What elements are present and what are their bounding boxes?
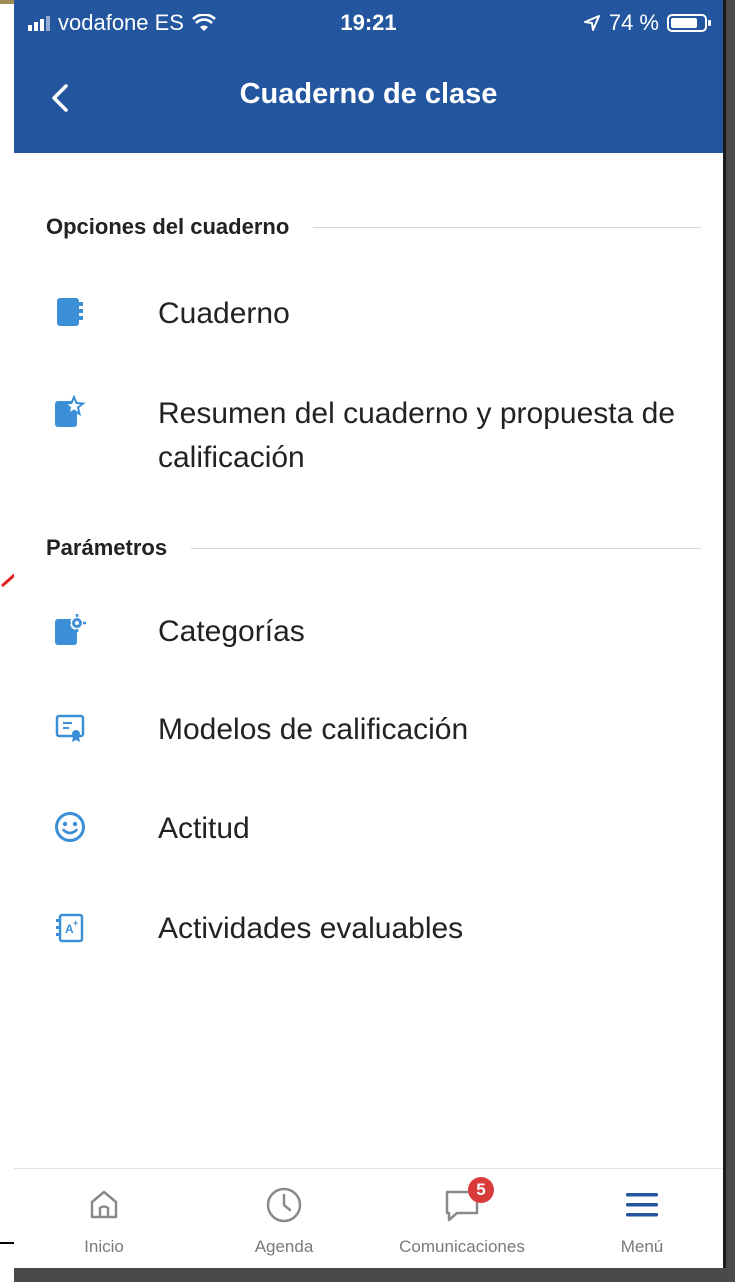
- notebook-star-icon: [50, 392, 90, 432]
- section-title: Opciones del cuaderno: [46, 214, 290, 239]
- home-icon: [24, 1183, 184, 1227]
- menu-item-label: Actitud: [158, 812, 250, 845]
- smiley-icon: [50, 807, 90, 847]
- frame-line: [0, 0, 14, 4]
- tab-label: Agenda: [254, 1237, 314, 1256]
- tab-label: Menú: [620, 1237, 664, 1256]
- menu-item-resumen[interactable]: Resumen del cuaderno y propuesta de cali…: [46, 392, 701, 480]
- tab-label: Comunicaciones: [399, 1237, 525, 1256]
- chat-icon: 5: [382, 1177, 542, 1227]
- menu-item-cuaderno[interactable]: Cuaderno: [46, 292, 701, 336]
- tab-label: Inicio: [84, 1237, 124, 1256]
- grade-notebook-icon: A +: [50, 907, 90, 947]
- certificate-icon: [50, 708, 90, 748]
- frame-shadow-bottom: [14, 1268, 735, 1282]
- tab-inicio[interactable]: Inicio: [24, 1183, 184, 1257]
- menu-item-categorias[interactable]: Categorías: [46, 610, 701, 654]
- section-title: Parámetros: [46, 535, 168, 560]
- menu-item-actitud[interactable]: Actitud: [46, 807, 701, 851]
- notebook-gear-icon: [50, 610, 90, 650]
- notification-badge: 5: [468, 1177, 494, 1203]
- tab-comunicaciones[interactable]: 5 Comunicaciones: [382, 1177, 542, 1257]
- battery-percent: 74 %: [608, 10, 659, 35]
- menu-item-label: Actividades evaluables: [158, 912, 464, 945]
- section-divider: [191, 547, 701, 549]
- menu-item-label: Categorías: [158, 615, 305, 648]
- battery-icon: [667, 14, 711, 32]
- bottom-tab-bar: Inicio Agenda 5 Comunicaciones Menú: [14, 1168, 723, 1268]
- menu-item-actividades[interactable]: A + Actividades evaluables: [46, 907, 701, 951]
- page-title: Cuaderno de clase: [239, 78, 498, 110]
- menu-item-label: Cuaderno: [158, 297, 290, 330]
- location-arrow-icon: [583, 15, 600, 31]
- phone-screen: vodafone ES 19:21 74 % Cuaderno de clase…: [14, 0, 723, 1268]
- frame-shadow-right: [726, 0, 735, 1268]
- status-right: 74 %: [583, 10, 711, 36]
- menu-item-label: Modelos de calificación: [158, 713, 469, 746]
- menu-icon: [562, 1183, 722, 1227]
- section-divider: [313, 226, 701, 228]
- menu-item-modelos[interactable]: Modelos de calificación: [46, 708, 701, 752]
- app-header: vodafone ES 19:21 74 % Cuaderno de clase: [14, 0, 723, 153]
- menu-item-label: Resumen del cuaderno y propuesta de cali…: [158, 397, 676, 474]
- svg-text:+: +: [73, 918, 78, 928]
- tab-agenda[interactable]: Agenda: [204, 1183, 364, 1257]
- frame-margin: [0, 0, 14, 1282]
- status-bar: vodafone ES 19:21 74 %: [14, 0, 723, 44]
- notebook-icon: [50, 292, 90, 332]
- section-header-parameters: Parámetros: [46, 535, 701, 561]
- clock-icon: [204, 1183, 364, 1227]
- tab-menu[interactable]: Menú: [562, 1183, 722, 1257]
- section-header-notebook-options: Opciones del cuaderno: [46, 214, 701, 240]
